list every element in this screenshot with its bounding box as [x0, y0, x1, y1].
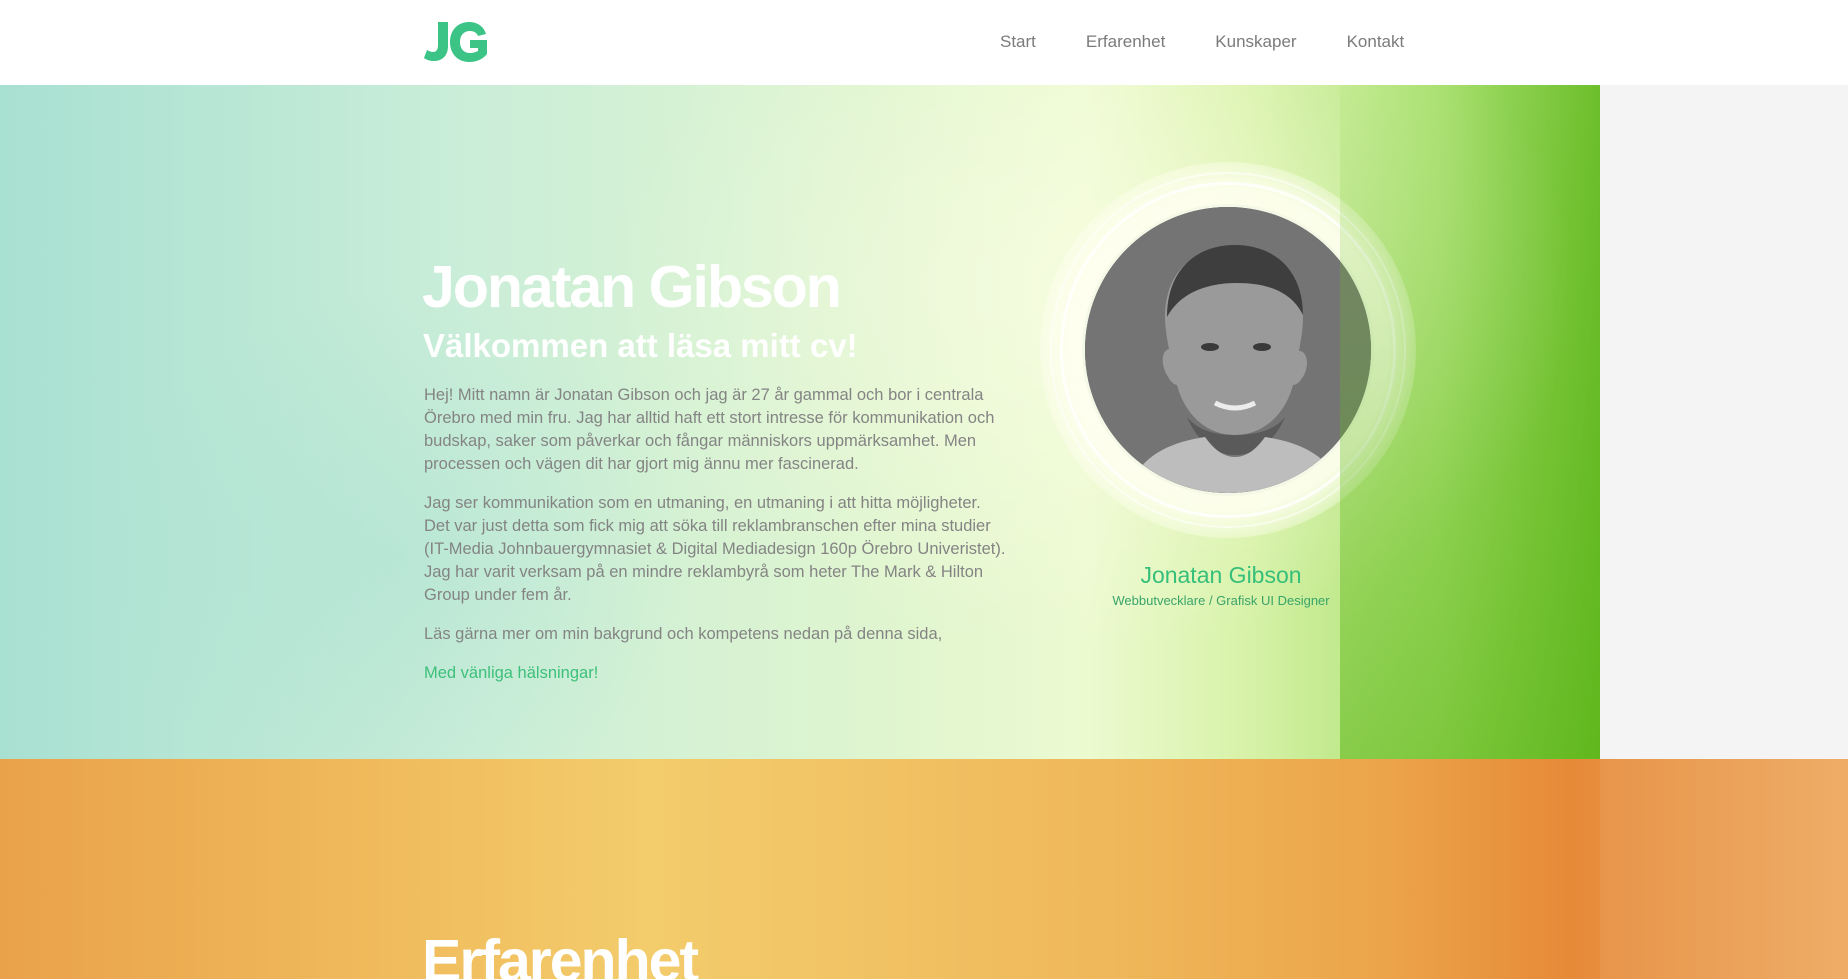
experience-title: Erfarenhet	[422, 928, 699, 979]
side-panel	[1600, 85, 1848, 759]
hero-title: Jonatan Gibson	[422, 254, 842, 320]
intro-paragraph: Hej! Mitt namn är Jonatan Gibson och jag…	[424, 386, 995, 473]
nav-start[interactable]: Start	[1000, 32, 1036, 52]
profile-name: Jonatan Gibson	[1140, 562, 1302, 588]
hero-section: Jonatan Gibson Välkommen att läsa mitt c…	[0, 85, 1600, 759]
nav-kontakt[interactable]: Kontakt	[1347, 32, 1405, 52]
experience-section: Erfarenhet	[0, 759, 1848, 979]
jg-logo[interactable]	[424, 20, 490, 62]
nav-kunskaper[interactable]: Kunskaper	[1215, 32, 1296, 52]
site-header: Start Erfarenhet Kunskaper Kontakt	[0, 0, 1848, 85]
profile-role: Webbutvecklare / Grafisk UI Designer	[1112, 593, 1330, 608]
hero-subtitle: Välkommen att läsa mitt cv!	[423, 327, 858, 364]
portrait-frame	[1040, 162, 1416, 538]
profile-photo	[1082, 204, 1374, 496]
intro-text: Hej! Mitt namn är Jonatan Gibson och jag…	[424, 384, 1009, 701]
intro-paragraph: Läs gärna mer om min bakgrund och kompet…	[424, 625, 943, 643]
nav-erfarenhet[interactable]: Erfarenhet	[1086, 32, 1165, 52]
intro-paragraph: Jag ser kommunikation som en utmaning, e…	[424, 494, 1006, 604]
greeting-text: Med vänliga hälsningar!	[424, 664, 599, 682]
main-nav: Start Erfarenhet Kunskaper Kontakt	[1000, 32, 1404, 52]
